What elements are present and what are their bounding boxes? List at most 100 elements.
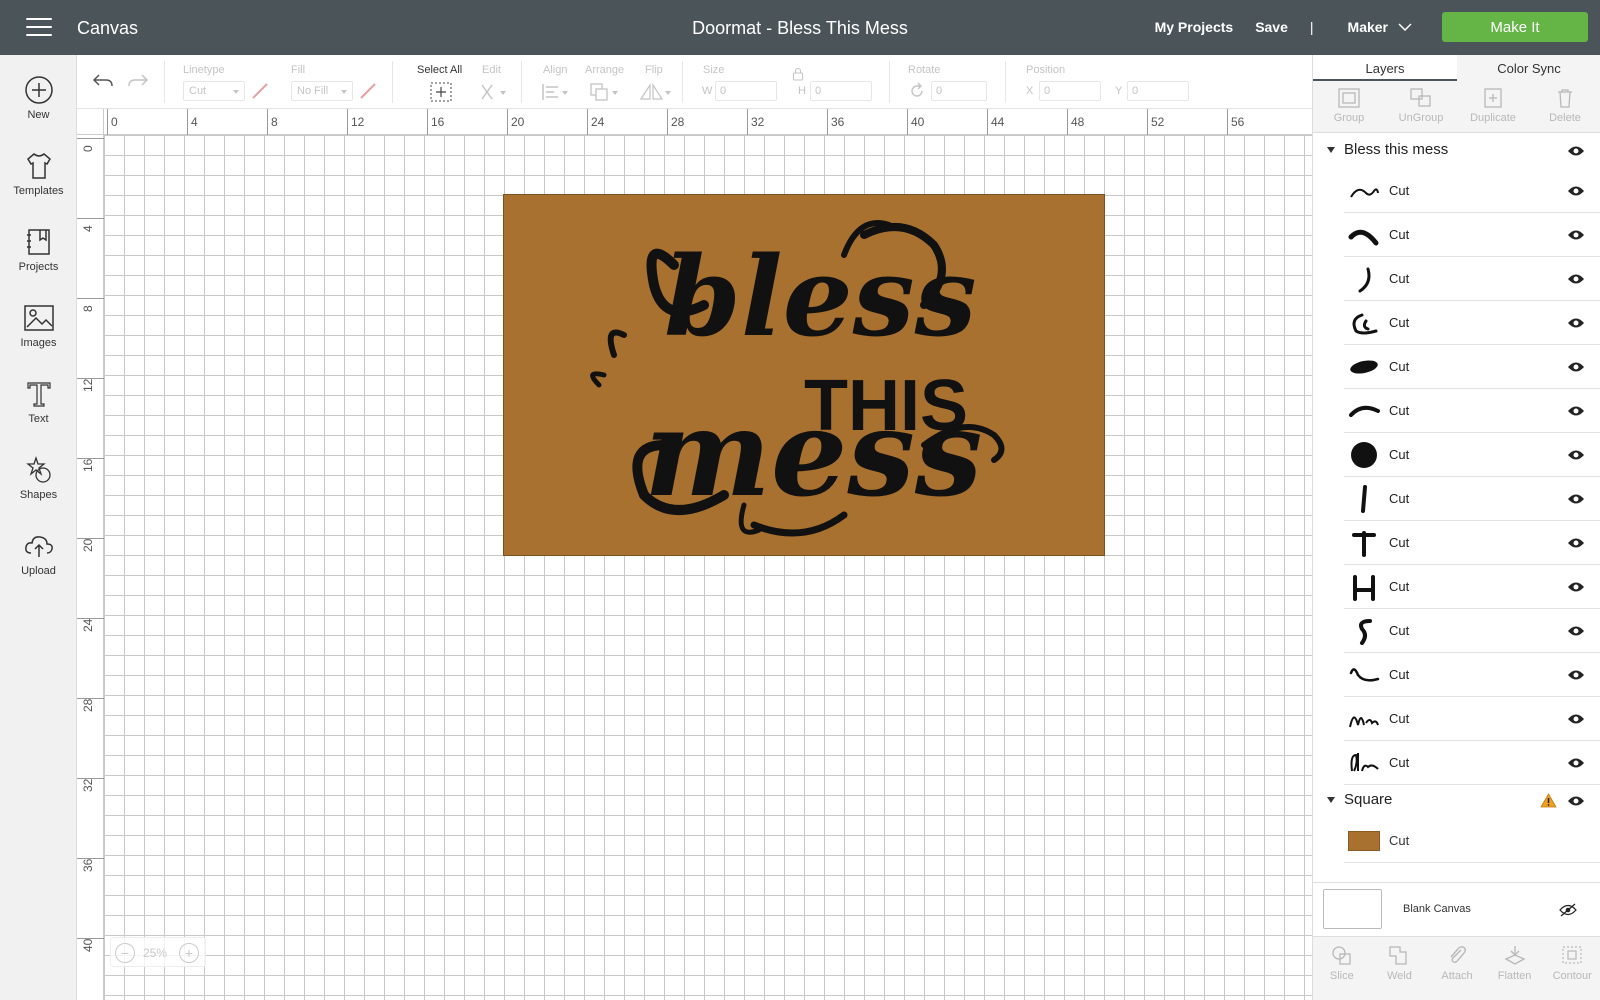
eye-icon[interactable] [1567, 669, 1585, 681]
layer-name: Cut [1389, 183, 1410, 198]
x-input[interactable]: 0 [1039, 81, 1101, 101]
ruler-tick-label: 40 [911, 115, 925, 129]
layer-row[interactable]: Cut [1344, 653, 1600, 697]
weld-button[interactable]: Weld [1371, 937, 1429, 1000]
edit-tools-icon[interactable] [479, 82, 509, 102]
layer-row[interactable]: Cut [1344, 433, 1600, 477]
flip-icon[interactable] [639, 82, 673, 102]
layer-row[interactable]: Cut [1344, 389, 1600, 433]
sidebar-item-upload[interactable]: Upload [0, 531, 77, 577]
layer-thumb-h-letter-icon [1353, 575, 1375, 601]
eye-icon[interactable] [1567, 625, 1585, 637]
layer-row[interactable]: Cut [1344, 169, 1600, 213]
eye-icon[interactable] [1567, 229, 1585, 241]
app-title: Canvas [77, 18, 139, 38]
redo-icon[interactable] [127, 73, 149, 89]
contour-button[interactable]: Contour [1543, 937, 1600, 1000]
eye-icon[interactable] [1567, 795, 1585, 807]
eye-icon[interactable] [1567, 757, 1585, 769]
rotate-input[interactable]: 0 [931, 81, 987, 101]
layer-row[interactable]: Cut [1344, 257, 1600, 301]
zoom-in-button[interactable]: + [179, 943, 199, 963]
eye-icon[interactable] [1567, 361, 1585, 373]
eye-icon[interactable] [1567, 145, 1585, 157]
width-input[interactable]: 0 [715, 81, 777, 101]
sidebar-item-images[interactable]: Images [0, 303, 77, 349]
design-canvas[interactable]: bless THIS mess − 25% + [104, 135, 1312, 1000]
warning-icon[interactable] [1540, 793, 1557, 808]
layer-thumb-hook-icon [1352, 313, 1378, 335]
zoom-out-button[interactable]: − [115, 943, 135, 963]
fill-color-icon[interactable] [359, 82, 377, 100]
arrange-icon[interactable] [589, 82, 621, 102]
layer-row[interactable]: Cut [1344, 345, 1600, 389]
ruler-tick-label: 4 [81, 225, 95, 232]
layer-name: Cut [1389, 755, 1410, 770]
save-link[interactable]: Save [1255, 19, 1288, 35]
sidebar-item-shapes[interactable]: Shapes [0, 455, 77, 501]
layer-row[interactable]: Cut [1344, 697, 1600, 741]
machine-select[interactable]: Maker [1348, 19, 1412, 35]
my-projects-link[interactable]: My Projects [1155, 19, 1234, 35]
eye-icon[interactable] [1567, 185, 1585, 197]
slice-button[interactable]: Slice [1313, 937, 1371, 1000]
layer-row[interactable]: Cut [1344, 213, 1600, 257]
linetype-select[interactable]: Cut [183, 81, 245, 101]
layer-row[interactable]: Cut [1344, 609, 1600, 653]
eye-icon[interactable] [1567, 273, 1585, 285]
doormat-square[interactable]: bless THIS mess [503, 194, 1105, 556]
eye-hidden-icon[interactable] [1559, 903, 1577, 917]
eye-icon[interactable] [1567, 493, 1585, 505]
layer-row[interactable]: Cut [1344, 565, 1600, 609]
layer-group-bless-this-mess[interactable]: Bless this mess [1313, 133, 1600, 169]
tab-layers[interactable]: Layers [1313, 55, 1457, 81]
arrange-label: Arrange [585, 64, 625, 76]
blank-canvas-swatch[interactable] [1323, 889, 1382, 929]
eye-icon[interactable] [1567, 537, 1585, 549]
layer-group-square[interactable]: Square [1313, 783, 1600, 819]
eye-icon[interactable] [1567, 713, 1585, 725]
chevron-down-icon [1398, 23, 1412, 31]
undo-icon[interactable] [92, 73, 114, 89]
flatten-button[interactable]: Flatten [1486, 937, 1544, 1000]
layer-row[interactable]: Cut [1344, 477, 1600, 521]
blank-canvas-row[interactable]: Blank Canvas [1313, 882, 1600, 936]
y-input[interactable]: 0 [1127, 81, 1189, 101]
layer-row[interactable]: Cut [1344, 301, 1600, 345]
align-icon[interactable] [541, 82, 571, 102]
flatten-label: Flatten [1497, 970, 1532, 982]
eye-icon[interactable] [1567, 581, 1585, 593]
layer-square-cut[interactable]: Cut [1344, 819, 1600, 863]
lock-icon[interactable] [792, 67, 804, 81]
select-all-icon[interactable] [430, 82, 452, 102]
eye-icon[interactable] [1567, 317, 1585, 329]
tab-color-sync[interactable]: Color Sync [1457, 55, 1600, 81]
height-input[interactable]: 0 [810, 81, 872, 101]
collapse-arrow-icon[interactable] [1327, 797, 1335, 803]
weld-label: Weld [1386, 970, 1412, 982]
height-label: H [798, 85, 806, 97]
eye-icon[interactable] [1567, 449, 1585, 461]
sidebar-item-text[interactable]: Text [0, 379, 77, 425]
fill-select[interactable]: No Fill [291, 81, 353, 101]
sidebar-item-projects[interactable]: Projects [0, 227, 77, 273]
menu-icon[interactable] [26, 18, 52, 36]
sidebar-item-new[interactable]: New [0, 75, 77, 121]
square-color-swatch[interactable] [1348, 831, 1380, 851]
eye-icon[interactable] [1567, 405, 1585, 417]
layer-row[interactable]: Cut [1344, 521, 1600, 565]
bless-this-mess-design[interactable]: bless THIS mess [504, 195, 1106, 557]
make-it-button[interactable]: Make It [1442, 12, 1588, 42]
cloud-upload-icon [24, 536, 53, 557]
duplicate-icon [1484, 88, 1502, 108]
layer-thumb-t-letter-icon [1352, 531, 1376, 557]
attach-button[interactable]: Attach [1428, 937, 1486, 1000]
ungroup-button[interactable]: UnGroup [1385, 81, 1457, 132]
delete-button[interactable]: Delete [1529, 81, 1600, 132]
linetype-color-icon[interactable] [251, 82, 269, 100]
collapse-arrow-icon[interactable] [1327, 147, 1335, 153]
group-button[interactable]: Group [1313, 81, 1385, 132]
sidebar-item-templates[interactable]: Templates [0, 151, 77, 197]
duplicate-button[interactable]: Duplicate [1457, 81, 1529, 132]
layer-row[interactable]: Cut [1344, 741, 1600, 785]
